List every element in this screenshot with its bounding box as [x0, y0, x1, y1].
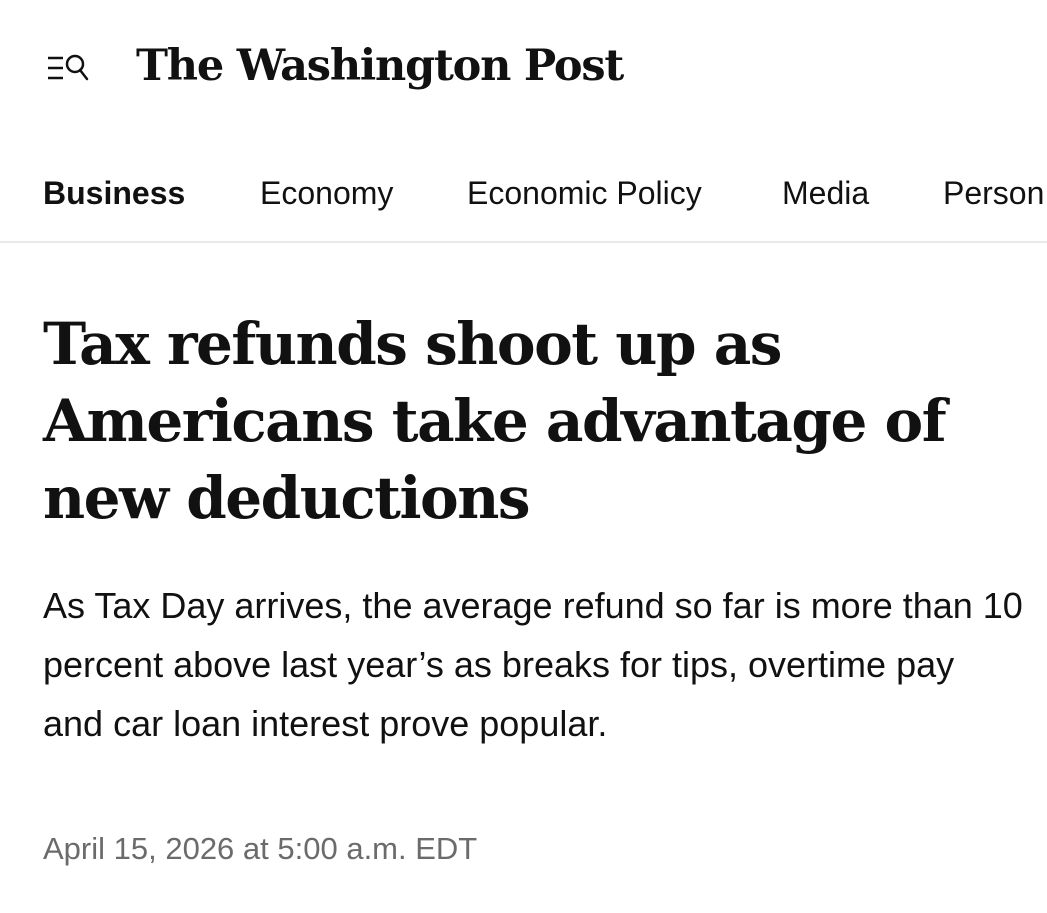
article-timestamp: April 15, 2026 at 5:00 a.m. EDT — [43, 831, 478, 866]
nav-divider — [0, 241, 1047, 243]
site-header: The Washington Post — [0, 0, 1047, 140]
nav-tab-economic-policy[interactable]: Economic Policy — [467, 160, 702, 230]
nav-tab-economy[interactable]: Economy — [260, 160, 393, 230]
nav-tab-business[interactable]: Business — [43, 160, 185, 230]
nav-tab-media[interactable]: Media — [782, 160, 869, 230]
masthead-logo[interactable]: The Washington Post — [136, 34, 624, 98]
menu-search-icon[interactable] — [46, 52, 92, 86]
section-nav: Business Economy Economic Policy Media P… — [0, 160, 1047, 230]
nav-tab-person[interactable]: Person — [943, 160, 1044, 230]
article-headline: Tax refunds shoot up as Americans take a… — [43, 310, 947, 532]
article-dek: As Tax Day arrives, the average refund s… — [43, 585, 1023, 744]
